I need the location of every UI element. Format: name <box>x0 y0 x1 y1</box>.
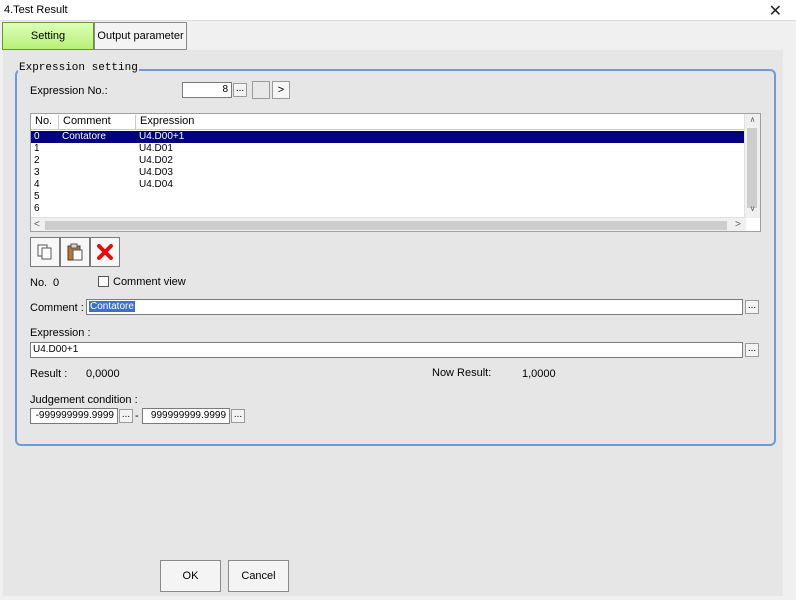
delete-button[interactable] <box>90 237 120 267</box>
table-row[interactable]: 3 U4.D03 <box>31 167 746 179</box>
ok-button[interactable]: OK <box>160 560 221 592</box>
table-row[interactable]: 6 <box>31 203 746 215</box>
comment-label: Comment : <box>30 302 84 314</box>
comment-input-value: Contatore <box>89 301 135 312</box>
cell-no: 0 <box>34 131 40 142</box>
column-header-no[interactable]: No. <box>31 115 59 129</box>
cell-no: 1 <box>34 143 40 154</box>
vertical-scrollbar[interactable]: ∧ ∨ <box>744 114 760 218</box>
tab-output-parameter[interactable]: Output parameter <box>94 22 187 50</box>
selected-no-label: No. <box>30 277 48 289</box>
comment-input[interactable]: Contatore <box>86 299 743 315</box>
judgement-condition-label: Judgement condition : <box>30 394 138 406</box>
expression-input[interactable]: U4.D00+1 <box>30 342 743 358</box>
result-value: 0,0000 <box>86 368 120 380</box>
horizontal-scroll-thumb[interactable] <box>45 221 727 230</box>
prev-expression-button[interactable] <box>252 81 270 99</box>
table-row[interactable]: 1 U4.D01 <box>31 143 746 155</box>
judgement-min-input[interactable]: -999999999.9999 <box>30 408 118 424</box>
column-header-comment[interactable]: Comment <box>59 115 136 129</box>
scroll-right-icon[interactable]: > <box>735 219 741 230</box>
result-label: Result : <box>30 368 68 380</box>
table-row[interactable]: 0 Contatore U4.D00+1 <box>31 130 747 144</box>
expression-no-dots-button[interactable]: ... <box>233 83 247 97</box>
judgement-max-input[interactable]: 999999999.9999 <box>142 408 230 424</box>
cell-expression: U4.D02 <box>139 155 173 166</box>
next-expression-button[interactable]: > <box>272 81 290 99</box>
list-header: No. Comment Expression <box>31 114 746 130</box>
judgement-max-dots-button[interactable]: ... <box>231 409 245 423</box>
paste-button[interactable] <box>60 237 90 267</box>
cell-no: 3 <box>34 167 40 178</box>
copy-button[interactable] <box>30 237 60 267</box>
copy-icon <box>37 244 52 260</box>
cancel-button[interactable]: Cancel <box>228 560 289 592</box>
cell-expression: U4.D01 <box>139 143 173 154</box>
cell-no: 4 <box>34 179 40 190</box>
judgement-range-separator: - <box>135 410 139 422</box>
expression-dots-button[interactable]: ... <box>745 343 759 357</box>
expression-label: Expression : <box>30 327 91 339</box>
cell-expression: U4.D00+1 <box>139 131 185 142</box>
table-row[interactable]: 5 <box>31 191 746 203</box>
cell-expression: U4.D04 <box>139 179 173 190</box>
cell-comment: Contatore <box>62 131 106 142</box>
horizontal-scrollbar[interactable]: < > <box>31 217 746 231</box>
delete-icon <box>97 244 113 260</box>
title-bar: 4.Test Result ✕ <box>0 0 796 21</box>
comment-dots-button[interactable]: ... <box>745 300 759 314</box>
expression-no-label: Expression No.: <box>30 85 108 97</box>
tab-setting[interactable]: Setting <box>2 22 94 50</box>
scroll-down-icon[interactable]: ∨ <box>745 204 760 213</box>
cell-expression: U4.D03 <box>139 167 173 178</box>
group-legend: Expression setting <box>18 62 139 74</box>
expression-list[interactable]: No. Comment Expression 0 Contatore U4.D0… <box>30 113 761 232</box>
comment-view-checkbox[interactable] <box>98 276 109 287</box>
cell-no: 6 <box>34 203 40 214</box>
scroll-up-icon[interactable]: ∧ <box>745 115 760 124</box>
paste-icon <box>67 243 83 261</box>
judgement-min-dots-button[interactable]: ... <box>119 409 133 423</box>
close-icon[interactable]: ✕ <box>769 1 782 21</box>
now-result-value: 1,0000 <box>522 368 556 380</box>
selected-no-value: 0 <box>53 277 60 289</box>
table-row[interactable]: 4 U4.D04 <box>31 179 746 191</box>
window-title: 4.Test Result <box>4 4 68 16</box>
scroll-left-icon[interactable]: < <box>34 219 40 230</box>
column-header-expression[interactable]: Expression <box>136 115 746 129</box>
cell-no: 2 <box>34 155 40 166</box>
table-row[interactable]: 2 U4.D02 <box>31 155 746 167</box>
now-result-label: Now Result: <box>432 367 492 379</box>
comment-view-label: Comment view <box>113 276 186 288</box>
cell-no: 5 <box>34 191 40 202</box>
expression-no-input[interactable]: 8 <box>182 82 232 98</box>
vertical-scroll-thumb[interactable] <box>747 128 757 208</box>
